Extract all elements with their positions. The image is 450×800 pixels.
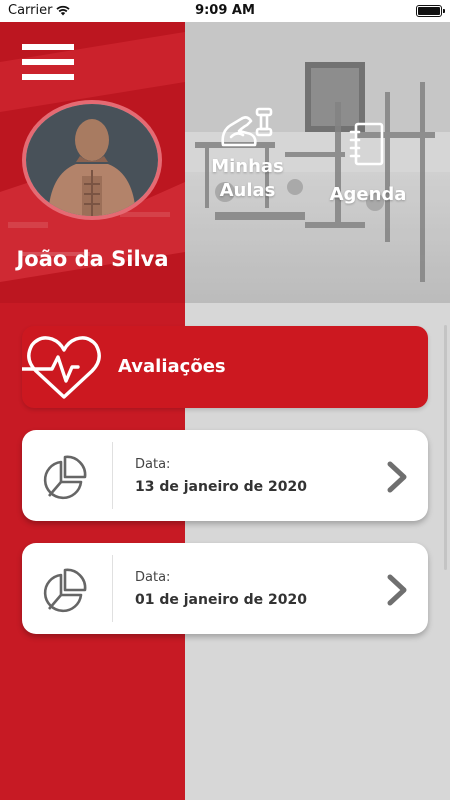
battery-icon bbox=[416, 5, 445, 17]
date-label: Data: bbox=[135, 570, 171, 585]
status-bar: Carrier 9:09 AM bbox=[0, 0, 450, 22]
minhas-aulas-label: Minhas Aulas bbox=[211, 156, 284, 201]
evaluation-card[interactable]: Data: 13 de janeiro de 2020 bbox=[22, 430, 428, 521]
chevron-right-icon[interactable] bbox=[386, 573, 410, 607]
avatar[interactable] bbox=[22, 100, 162, 220]
evaluation-date: 01 de janeiro de 2020 bbox=[135, 592, 308, 608]
date-label: Data: bbox=[135, 457, 171, 472]
heart-pulse-icon bbox=[22, 336, 101, 399]
bicep-dumbbell-icon bbox=[221, 107, 273, 147]
scroll-indicator[interactable] bbox=[444, 325, 447, 570]
avatar-photo bbox=[26, 104, 158, 216]
pie-chart-icon bbox=[43, 568, 87, 613]
agenda-button[interactable]: Agenda bbox=[326, 120, 410, 215]
evaluation-card[interactable]: Data: 01 de janeiro de 2020 bbox=[22, 543, 428, 634]
avaliacoes-title: Avaliações bbox=[118, 356, 226, 377]
card-divider bbox=[112, 555, 113, 622]
card-divider bbox=[112, 442, 113, 509]
menu-button[interactable] bbox=[22, 44, 74, 82]
notebook-icon bbox=[349, 122, 384, 166]
user-name: João da Silva bbox=[16, 247, 169, 271]
minhas-aulas-button[interactable]: Minhas Aulas bbox=[205, 105, 295, 220]
hamburger-menu-icon bbox=[22, 44, 74, 50]
evaluation-date: 13 de janeiro de 2020 bbox=[135, 479, 308, 495]
pie-chart-icon bbox=[43, 455, 87, 500]
agenda-label: Agenda bbox=[329, 184, 407, 205]
clock: 9:09 AM bbox=[195, 3, 255, 18]
chevron-right-icon[interactable] bbox=[386, 460, 410, 494]
